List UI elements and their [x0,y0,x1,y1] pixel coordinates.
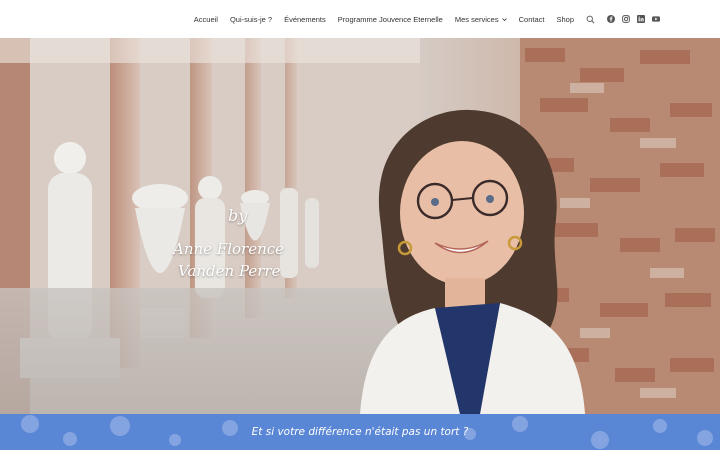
chevron-down-icon [501,17,507,21]
nav-shop[interactable]: Shop [556,15,574,24]
signature-last-name: Vanden Perre [178,262,281,280]
main-nav: Accueil Qui-suis-je ? Événements Program… [194,0,595,38]
nav-evenements[interactable]: Événements [284,15,326,24]
signature-first-name: Anne Florence [173,240,285,258]
hero-section: by Anne Florence Vanden Perre [0,38,720,414]
tagline-banner: Et si votre différence n'était pas un to… [0,414,720,450]
portrait-photo [360,109,585,414]
nav-mes-services-label: Mes services [454,14,499,24]
youtube-icon[interactable] [652,15,660,23]
facebook-icon[interactable] [607,15,615,23]
linkedin-icon[interactable] [637,15,645,23]
nav-mes-services[interactable]: Mes services [455,15,507,24]
nav-accueil[interactable]: Accueil [194,15,218,24]
social-links [607,0,660,38]
nav-contact[interactable]: Contact [519,15,545,24]
tagline-text: Et si votre différence n'était pas un to… [251,426,469,438]
signature-by: by [228,206,248,225]
nav-programme-jouvence[interactable]: Programme Jouvence Eternelle [338,15,443,24]
search-icon[interactable] [586,15,595,24]
instagram-icon[interactable] [622,15,630,23]
nav-qui-suis-je[interactable]: Qui-suis-je ? [230,15,272,24]
site-header: Accueil Qui-suis-je ? Événements Program… [0,0,720,39]
